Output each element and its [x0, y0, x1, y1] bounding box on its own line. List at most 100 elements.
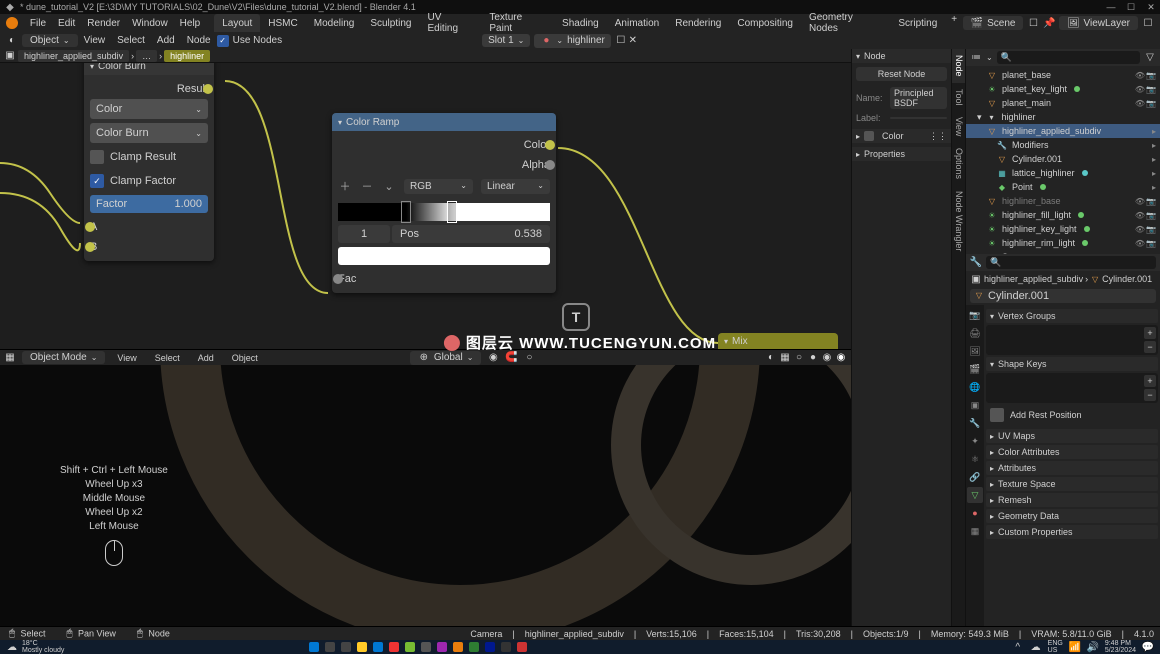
- panel-custom-props[interactable]: ▸Custom Properties: [986, 525, 1158, 539]
- ramp-add-stop[interactable]: ＋: [338, 179, 352, 193]
- blender-taskbar-icon[interactable]: [453, 642, 463, 652]
- shading-rendered-icon[interactable]: ◉: [835, 352, 847, 364]
- proportional-icon[interactable]: ○: [523, 352, 535, 364]
- viewlayer-selector[interactable]: 🖼ViewLayer: [1059, 16, 1138, 30]
- app-icon-5[interactable]: [469, 642, 479, 652]
- outliner-tree[interactable]: ▽planet_base👁📷☀planet_key_light👁📷▽planet…: [966, 66, 1160, 254]
- reset-node-button[interactable]: Reset Node: [856, 67, 947, 81]
- outliner-row[interactable]: ☀highliner_rim_light👁📷: [966, 236, 1160, 250]
- properties-panel-label[interactable]: Properties: [864, 149, 905, 159]
- ramp-color-mode[interactable]: RGB⌄: [404, 179, 473, 194]
- add-shape-key[interactable]: +: [1144, 375, 1156, 387]
- material-slot-selector[interactable]: Slot 1⌄: [482, 34, 530, 47]
- start-button[interactable]: [309, 642, 319, 652]
- shading-wire-icon[interactable]: ○: [793, 352, 805, 364]
- ramp-interpolation[interactable]: Linear⌄: [481, 179, 550, 194]
- app-icon-7[interactable]: [501, 642, 511, 652]
- editor-type-icon[interactable]: ▦: [4, 352, 16, 364]
- object-name-field[interactable]: Cylinder.001: [988, 290, 1049, 302]
- remove-shape-key[interactable]: −: [1144, 389, 1156, 401]
- shading-matcap-icon[interactable]: ◉: [821, 352, 833, 364]
- app-icon-6[interactable]: [485, 642, 495, 652]
- ptab-material[interactable]: ●: [967, 505, 983, 521]
- color-panel-label[interactable]: Color: [882, 131, 904, 141]
- clamp-factor-checkbox[interactable]: ✓: [90, 174, 104, 188]
- app-icon-8[interactable]: [517, 642, 527, 652]
- overlay-icon[interactable]: ◐: [765, 352, 777, 364]
- filter-icon[interactable]: ▽: [1144, 52, 1156, 64]
- tab-texpaint[interactable]: Texture Paint: [481, 14, 554, 32]
- ptab-world[interactable]: 🌐: [967, 379, 983, 395]
- viewport-canvas[interactable]: Shift + Ctrl + Left Mouse Wheel Up x3 Mi…: [0, 365, 851, 626]
- vpmenu-view[interactable]: View: [111, 353, 142, 363]
- sidetab-options[interactable]: Options: [952, 142, 965, 185]
- app-icon-3[interactable]: [421, 642, 431, 652]
- minimize-button[interactable]: —: [1106, 2, 1116, 12]
- mode-selector[interactable]: Object Mode⌄: [22, 351, 105, 364]
- tab-comp[interactable]: Compositing: [729, 14, 801, 32]
- tab-modeling[interactable]: Modeling: [306, 14, 363, 32]
- use-nodes-checkbox[interactable]: ✓: [217, 35, 229, 47]
- new-material-icon[interactable]: ☐: [615, 35, 627, 47]
- menu-window[interactable]: Window: [126, 18, 174, 29]
- menu-file[interactable]: File: [24, 18, 52, 29]
- tab-sculpting[interactable]: Sculpting: [362, 14, 419, 32]
- menu-render[interactable]: Render: [81, 18, 126, 29]
- volume-icon[interactable]: 🔊: [1087, 641, 1099, 653]
- add-vertex-group[interactable]: +: [1144, 327, 1156, 339]
- nodemenu-node[interactable]: Node: [181, 35, 217, 46]
- sidetab-view[interactable]: View: [952, 111, 965, 142]
- ptab-viewlayer[interactable]: 🖼: [967, 343, 983, 359]
- panel-tex-space[interactable]: ▸Texture Space: [986, 477, 1158, 491]
- 3d-viewport[interactable]: ▦ Object Mode⌄ View Select Add Object ⊕G…: [0, 349, 851, 626]
- pin-icon[interactable]: 📌: [1043, 17, 1055, 29]
- ptab-modifiers[interactable]: 🔧: [967, 415, 983, 431]
- taskview-button[interactable]: [341, 642, 351, 652]
- panel-shape-keys[interactable]: ▾Shape Keys: [986, 357, 1158, 371]
- tab-layout[interactable]: Layout: [214, 14, 260, 32]
- outliner-row[interactable]: ▾▾highliner: [966, 110, 1160, 124]
- ramp-stop-1[interactable]: [447, 201, 457, 223]
- app-icon-2[interactable]: [405, 642, 415, 652]
- ramp-index-field[interactable]: 1: [338, 225, 390, 243]
- remove-vertex-group[interactable]: −: [1144, 341, 1156, 353]
- ptab-particles[interactable]: ✦: [967, 433, 983, 449]
- unlink-material-icon[interactable]: ✕: [627, 35, 639, 47]
- tab-shading[interactable]: Shading: [554, 14, 607, 32]
- menu-edit[interactable]: Edit: [52, 18, 81, 29]
- node-name-input[interactable]: Principled BSDF: [890, 87, 947, 109]
- wifi-icon[interactable]: 📶: [1069, 641, 1081, 653]
- sidetab-node[interactable]: Node: [952, 49, 965, 83]
- edge-icon[interactable]: [373, 642, 383, 652]
- ptab-texture[interactable]: ▦: [967, 523, 983, 539]
- outliner-row[interactable]: 🔧Modifiers▸: [966, 138, 1160, 152]
- outliner-row[interactable]: ☀highliner_fill_light👁📷: [966, 208, 1160, 222]
- ptab-output[interactable]: 🖨: [967, 325, 983, 341]
- shader-type-selector[interactable]: Object⌄: [22, 34, 78, 47]
- color-ramp-gradient[interactable]: [338, 203, 550, 221]
- properties-icon[interactable]: 🔧: [970, 257, 982, 269]
- app-icon-4[interactable]: [437, 642, 447, 652]
- ptab-data[interactable]: ▽: [967, 487, 983, 503]
- panel-remesh[interactable]: ▸Remesh: [986, 493, 1158, 507]
- blend-mode-dropdown[interactable]: Color Burn⌄: [90, 123, 208, 143]
- prop-crumb-1[interactable]: highliner_applied_subdiv: [984, 274, 1083, 284]
- breadcrumb-object[interactable]: highliner_applied_subdiv: [18, 50, 129, 62]
- outliner-row[interactable]: ▽Cylinder.001▸: [966, 152, 1160, 166]
- material-browser[interactable]: ●⌄highliner: [534, 34, 611, 48]
- xray-icon[interactable]: ▦: [779, 352, 791, 364]
- outliner-row[interactable]: ▽planet_main👁📷: [966, 96, 1160, 110]
- tab-render[interactable]: Rendering: [667, 14, 729, 32]
- ramp-position-field[interactable]: Pos0.538: [392, 225, 550, 243]
- tab-anim[interactable]: Animation: [607, 14, 667, 32]
- node-color-burn[interactable]: ▾Color Burn Result Color⌄ Color Burn⌄ Cl…: [84, 63, 214, 261]
- editor-type-icon[interactable]: ◐: [6, 35, 18, 47]
- sidetab-tool[interactable]: Tool: [952, 83, 965, 112]
- new-scene-icon[interactable]: ☐: [1027, 17, 1039, 29]
- add-workspace-button[interactable]: +: [945, 14, 963, 32]
- nodemenu-select[interactable]: Select: [111, 35, 151, 46]
- vpmenu-object[interactable]: Object: [226, 353, 264, 363]
- clock[interactable]: 9:48 PM5/23/2024: [1105, 640, 1136, 654]
- ptab-object[interactable]: ▣: [967, 397, 983, 413]
- shading-solid-icon[interactable]: ●: [807, 352, 819, 364]
